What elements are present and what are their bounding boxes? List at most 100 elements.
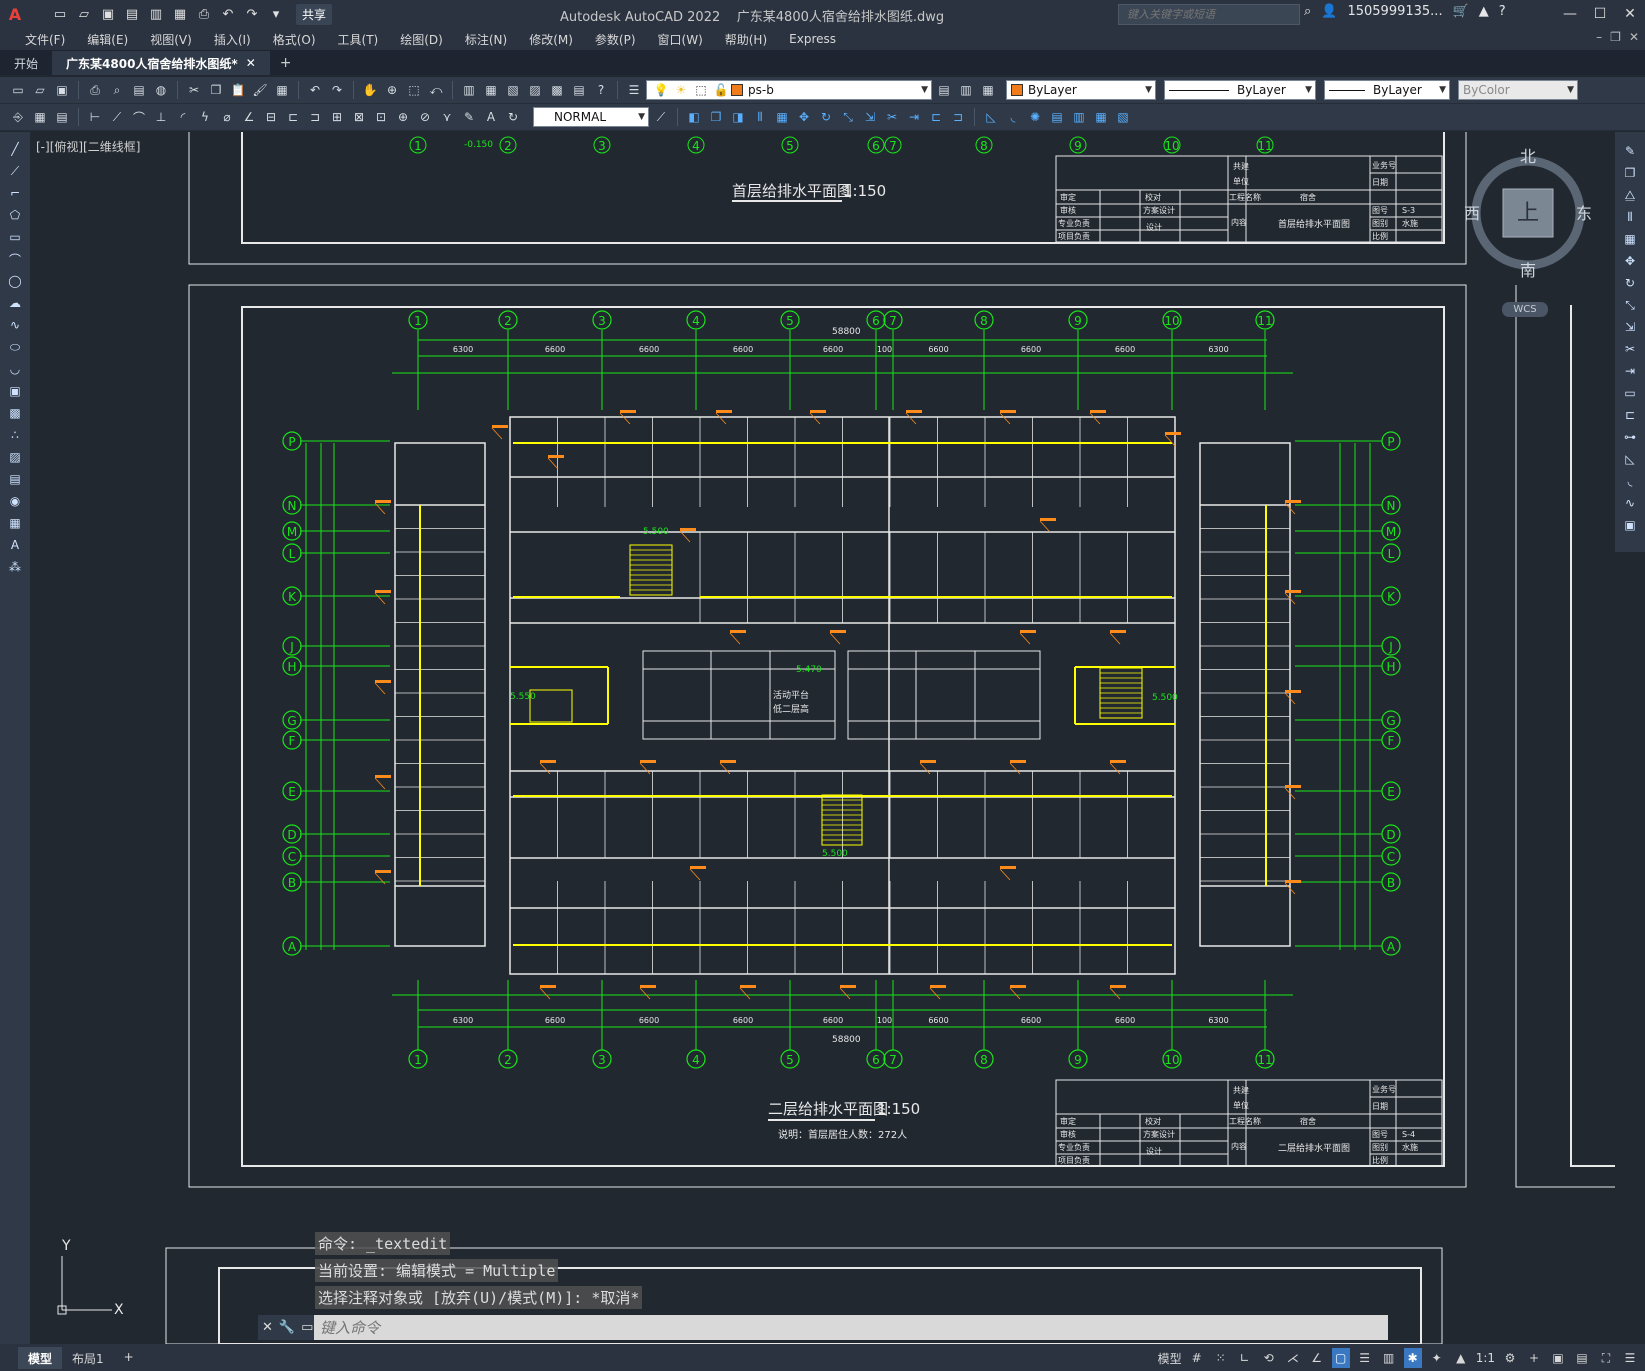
viewcube-svg[interactable]: 上 北 南 东 西 (1463, 147, 1593, 280)
doc-close-icon[interactable]: ✕ (1629, 30, 1639, 44)
polygon-icon[interactable]: ⬠ (4, 206, 26, 224)
trim-icon[interactable]: ✂ (1619, 340, 1641, 358)
close-icon[interactable]: ✕ (1615, 0, 1645, 28)
menu-edit[interactable]: 编辑(E) (76, 31, 139, 48)
saveas-icon[interactable]: ▤ (122, 4, 142, 24)
extend-icon[interactable]: ⇥ (1619, 362, 1641, 380)
customization-icon[interactable]: ☰ (1621, 1348, 1639, 1368)
preview-icon[interactable]: ⌕ (107, 80, 127, 100)
copy-object-icon[interactable]: ❐ (1619, 164, 1641, 182)
extend-icon[interactable]: ⇥ (904, 107, 924, 127)
undo-icon[interactable]: ↶ (305, 80, 325, 100)
menu-draw[interactable]: 绘图(D) (389, 31, 454, 48)
dim-aligned-icon[interactable]: ⟋ (107, 107, 127, 127)
design-center-icon[interactable]: ▦ (481, 80, 501, 100)
grid-icon[interactable]: # (1188, 1348, 1206, 1368)
model-space-toggle[interactable]: 模型 (1158, 1348, 1182, 1368)
sheet-set-icon[interactable]: ▨ (525, 80, 545, 100)
new-icon[interactable]: ▭ (8, 80, 28, 100)
close-icon[interactable]: ✕ (262, 1320, 273, 1335)
quick-calc-icon[interactable]: ▤ (569, 80, 589, 100)
rotate-icon[interactable]: ↻ (1619, 274, 1641, 292)
3d-print-icon[interactable]: ◍ (151, 80, 171, 100)
publish-icon[interactable]: ▤ (129, 80, 149, 100)
move-icon[interactable]: ✥ (1619, 252, 1641, 270)
array-icon[interactable]: ▦ (772, 107, 792, 127)
viewcube-top-label[interactable]: 上 (1517, 201, 1539, 226)
plot-icon[interactable]: ⎙ (194, 4, 214, 24)
eraser-icon[interactable]: ✎ (1619, 142, 1641, 160)
scale-icon[interactable]: ⤡ (1619, 296, 1641, 314)
help-icon[interactable]: ? (591, 80, 611, 100)
plot-icon[interactable]: ⎙ (85, 80, 105, 100)
tab-document[interactable]: 广东某4800人宿舍给排水图纸* ✕ (52, 51, 270, 75)
save-icon[interactable]: ▣ (98, 4, 118, 24)
dim-baseline-icon[interactable]: ⊏ (283, 107, 303, 127)
rotate-icon[interactable]: ↻ (816, 107, 836, 127)
join-icon[interactable]: ⊶ (1619, 428, 1641, 446)
menu-parametric[interactable]: 参数(P) (584, 31, 647, 48)
search-icon[interactable]: ⌕ (1304, 4, 1311, 19)
auto-scale-icon[interactable]: ✦ (1428, 1348, 1446, 1368)
ellipse-arc-icon[interactable]: ◡ (4, 360, 26, 378)
redo-icon[interactable]: ↷ (242, 4, 262, 24)
search-input[interactable] (1118, 4, 1300, 25)
dim-update-icon[interactable]: ↻ (503, 107, 523, 127)
menu-dimension[interactable]: 标注(N) (454, 31, 518, 48)
fillet-icon[interactable]: ◟ (1619, 472, 1641, 490)
dim-break-icon[interactable]: ⊠ (349, 107, 369, 127)
isodraft-icon[interactable]: ⋌ (1284, 1348, 1302, 1368)
autocad-logo-icon[interactable]: A (0, 0, 30, 28)
linetype-dropdown[interactable]: ByLayer ▼ (1164, 80, 1316, 100)
add-layout-button[interactable]: + (114, 1347, 144, 1369)
quick-properties-icon[interactable]: ▤ (1573, 1348, 1591, 1368)
zoom-previous-icon[interactable]: ⤺ (426, 80, 446, 100)
mtext-icon[interactable]: A (4, 536, 26, 554)
dim-space-icon[interactable]: ⊞ (327, 107, 347, 127)
lineweight-dropdown[interactable]: ByLayer ▼ (1324, 80, 1450, 100)
properties-icon[interactable]: ▥ (459, 80, 479, 100)
viewcube-west[interactable]: 西 (1464, 204, 1480, 223)
dim-edit-icon[interactable]: ✎ (459, 107, 479, 127)
tool-palettes-icon[interactable]: ▧ (503, 80, 523, 100)
move-back-icon[interactable]: ▧ (1113, 107, 1133, 127)
share-button[interactable]: 共享 (296, 3, 333, 25)
trim-icon[interactable]: ✂ (882, 107, 902, 127)
break-at-point-icon[interactable]: ▭ (1619, 384, 1641, 402)
maximize-icon[interactable]: ☐ (1585, 0, 1615, 28)
mirror-icon[interactable]: ⧋ (1619, 186, 1641, 204)
mirror-icon[interactable]: ◨ (728, 107, 748, 127)
scale-icon[interactable]: ⤡ (838, 107, 858, 127)
plotstyle-dropdown[interactable]: ByColor ▼ (1458, 80, 1578, 100)
paste-icon[interactable]: 📋 (228, 80, 248, 100)
dim-jogged-icon[interactable]: ϟ (195, 107, 215, 127)
center-mark-icon[interactable]: ⊕ (393, 107, 413, 127)
make-block-icon[interactable]: ▩ (4, 404, 26, 422)
tab-start[interactable]: 开始 (0, 51, 52, 75)
menu-help[interactable]: 帮助(H) (714, 31, 778, 48)
wcs-menu[interactable]: WCS (1502, 302, 1548, 317)
dim-style-manager-icon[interactable]: ⟋ (651, 107, 671, 127)
open-icon[interactable]: ▱ (30, 80, 50, 100)
menu-tools[interactable]: 工具(T) (327, 31, 390, 48)
pan-icon[interactable]: ✋ (360, 80, 380, 100)
fillet-icon[interactable]: ◟ (1003, 107, 1023, 127)
qat-dropdown-icon[interactable]: ▾ (266, 4, 286, 24)
make-current-icon[interactable]: ▤ (934, 80, 954, 100)
clean-screen-icon[interactable]: ⛶ (1597, 1348, 1615, 1368)
layer-dropdown[interactable]: 💡 ☀ ⬚ 🔓 ps-b ▼ (646, 80, 932, 100)
dim-diameter-icon[interactable]: ⌀ (217, 107, 237, 127)
explode-icon[interactable]: ▣ (1619, 516, 1641, 534)
web-open-icon[interactable]: ▥ (146, 4, 166, 24)
point-icon[interactable]: ∴ (4, 426, 26, 444)
revcloud-icon[interactable]: ☁ (4, 294, 26, 312)
cart-icon[interactable]: 🛒 (1453, 4, 1469, 19)
annotation-monitor-icon[interactable]: + (1525, 1348, 1543, 1368)
polyline-icon[interactable]: ⌐ (4, 184, 26, 202)
polar-icon[interactable]: ⟲ (1260, 1348, 1278, 1368)
markup-icon[interactable]: ▩ (547, 80, 567, 100)
dimstyle-dropdown[interactable]: NORMAL ▼ (533, 107, 649, 127)
new-tab-button[interactable]: + (270, 51, 302, 75)
erase-icon[interactable]: ◧ (684, 107, 704, 127)
chamfer-icon[interactable]: ◺ (1619, 450, 1641, 468)
